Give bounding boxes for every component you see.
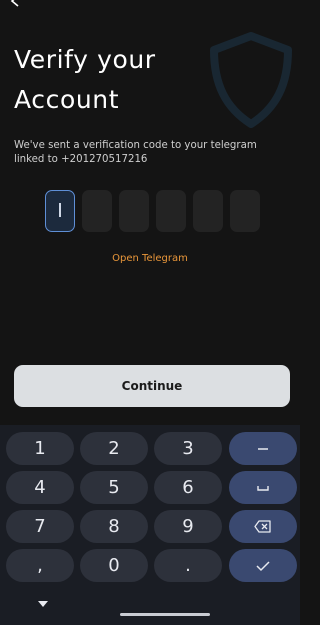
key-0-label: 0	[108, 554, 120, 576]
key-dot-label: .	[185, 554, 191, 576]
code-digit-1[interactable]	[45, 190, 75, 232]
verification-message: We've sent a verification code to your t…	[14, 139, 284, 167]
key-6[interactable]: 6	[154, 471, 222, 504]
space-icon	[257, 485, 269, 491]
title-line-1: Verify your	[14, 45, 156, 74]
code-input-row	[45, 190, 260, 232]
key-8-label: 8	[108, 515, 120, 537]
code-digit-6[interactable]	[230, 190, 260, 232]
shield-icon	[210, 32, 292, 128]
minus-icon	[258, 447, 268, 450]
key-5[interactable]: 5	[80, 471, 148, 504]
key-2-label: 2	[108, 437, 120, 459]
back-arrow-icon[interactable]	[10, 0, 26, 8]
key-6-label: 6	[182, 476, 194, 498]
key-9-label: 9	[182, 515, 194, 537]
key-2[interactable]: 2	[80, 432, 148, 465]
key-4-label: 4	[34, 476, 46, 498]
key-comma[interactable]: ,	[6, 549, 74, 582]
key-backspace[interactable]	[229, 510, 297, 543]
home-indicator[interactable]	[120, 613, 210, 616]
numeric-keyboard: 1 2 3 4 5 6 7 8 9 , 0 .	[0, 425, 300, 625]
key-done[interactable]	[229, 549, 297, 582]
open-telegram-link[interactable]: Open Telegram	[0, 253, 300, 264]
key-1[interactable]: 1	[6, 432, 74, 465]
key-9[interactable]: 9	[154, 510, 222, 543]
hide-keyboard-icon[interactable]	[37, 600, 49, 608]
text-caret	[59, 203, 61, 217]
code-digit-2[interactable]	[82, 190, 112, 232]
key-7[interactable]: 7	[6, 510, 74, 543]
check-icon	[256, 560, 270, 571]
key-8[interactable]: 8	[80, 510, 148, 543]
key-0[interactable]: 0	[80, 549, 148, 582]
key-minus[interactable]	[229, 432, 297, 465]
code-digit-3[interactable]	[119, 190, 149, 232]
page-title: Verify your Account	[14, 40, 214, 120]
continue-button[interactable]: Continue	[14, 365, 290, 407]
key-3[interactable]: 3	[154, 432, 222, 465]
key-5-label: 5	[108, 476, 120, 498]
backspace-icon	[254, 520, 271, 533]
key-1-label: 1	[34, 437, 46, 459]
message-line-2: linked to +201270517216	[14, 154, 148, 165]
code-digit-5[interactable]	[193, 190, 223, 232]
key-space[interactable]	[229, 471, 297, 504]
key-dot[interactable]: .	[154, 549, 222, 582]
key-7-label: 7	[34, 515, 46, 537]
key-comma-label: ,	[37, 554, 43, 576]
key-4[interactable]: 4	[6, 471, 74, 504]
key-3-label: 3	[182, 437, 194, 459]
code-digit-4[interactable]	[156, 190, 186, 232]
title-line-2: Account	[14, 85, 120, 114]
message-line-1: We've sent a verification code to your t…	[14, 140, 257, 151]
